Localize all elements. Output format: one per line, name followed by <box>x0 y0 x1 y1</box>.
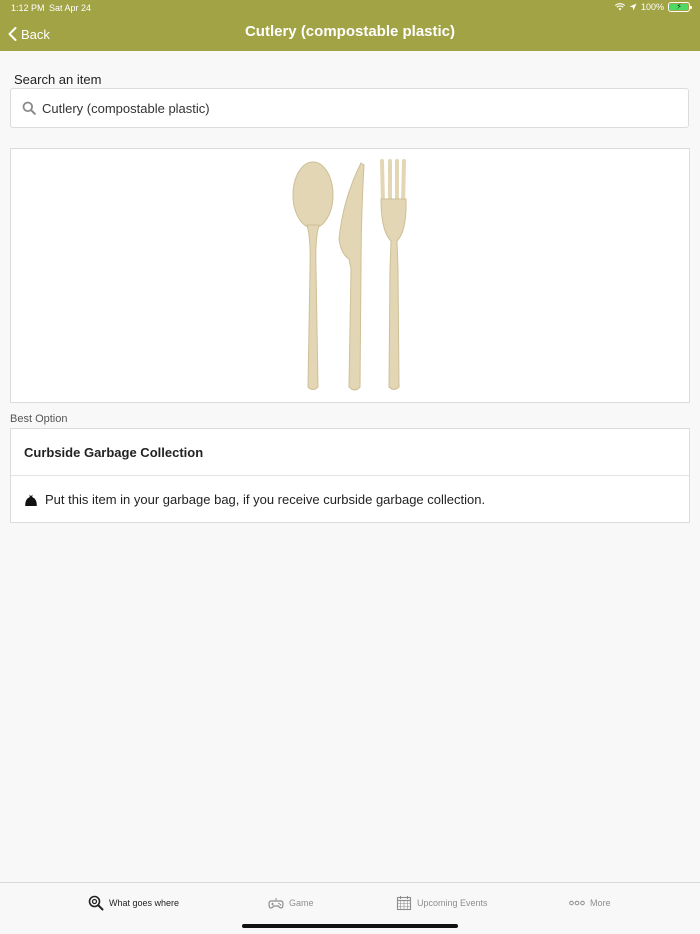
status-bar: 1:12 PM Sat Apr 24 100% ⚡ <box>0 0 700 16</box>
tab-what-goes-where[interactable]: What goes where <box>88 895 179 911</box>
search-icon <box>88 895 104 911</box>
best-option-card: Curbside Garbage Collection Put this ite… <box>10 428 690 523</box>
garbage-bag-icon <box>25 494 37 506</box>
fork-shape <box>380 159 407 390</box>
tab-label: What goes where <box>109 898 180 908</box>
search-input[interactable] <box>42 100 642 116</box>
best-option-label: Best Option <box>10 413 68 425</box>
wifi-icon <box>614 3 625 11</box>
option-instruction-text: Put this item in your garbage bag, if yo… <box>45 492 486 507</box>
cutlery-image <box>292 159 407 391</box>
status-time: 1:12 PM <box>11 3 45 13</box>
home-indicator[interactable] <box>242 924 458 928</box>
gamepad-icon <box>268 898 284 909</box>
more-icon <box>569 900 585 906</box>
spoon-shape <box>292 161 334 390</box>
tab-game[interactable]: Game <box>268 895 314 911</box>
option-instruction-row: Put this item in your garbage bag, if yo… <box>11 476 689 523</box>
calendar-icon <box>396 896 412 911</box>
status-indicators: 100% ⚡ <box>614 2 692 12</box>
location-arrow-icon <box>629 3 637 11</box>
search-label: Search an item <box>14 72 102 87</box>
search-box[interactable] <box>10 88 689 128</box>
battery-icon: ⚡ <box>668 2 692 12</box>
tab-upcoming-events[interactable]: Upcoming Events <box>396 895 488 911</box>
option-title: Curbside Garbage Collection <box>11 429 689 476</box>
tab-more[interactable]: More <box>569 895 611 911</box>
search-icon <box>22 101 36 115</box>
battery-percentage: 100% <box>640 2 664 12</box>
knife-shape <box>338 162 365 391</box>
status-date: Sat Apr 24 <box>49 3 92 13</box>
page-title: Cutlery (compostable plastic) <box>244 23 456 40</box>
tab-label: Upcoming Events <box>417 898 488 908</box>
navigation-bar: 1:12 PM Sat Apr 24 100% ⚡ Back Cutlery (… <box>0 0 700 51</box>
item-image-panel <box>10 148 690 403</box>
tab-label: More <box>590 898 611 908</box>
tab-label: Game <box>289 898 314 908</box>
